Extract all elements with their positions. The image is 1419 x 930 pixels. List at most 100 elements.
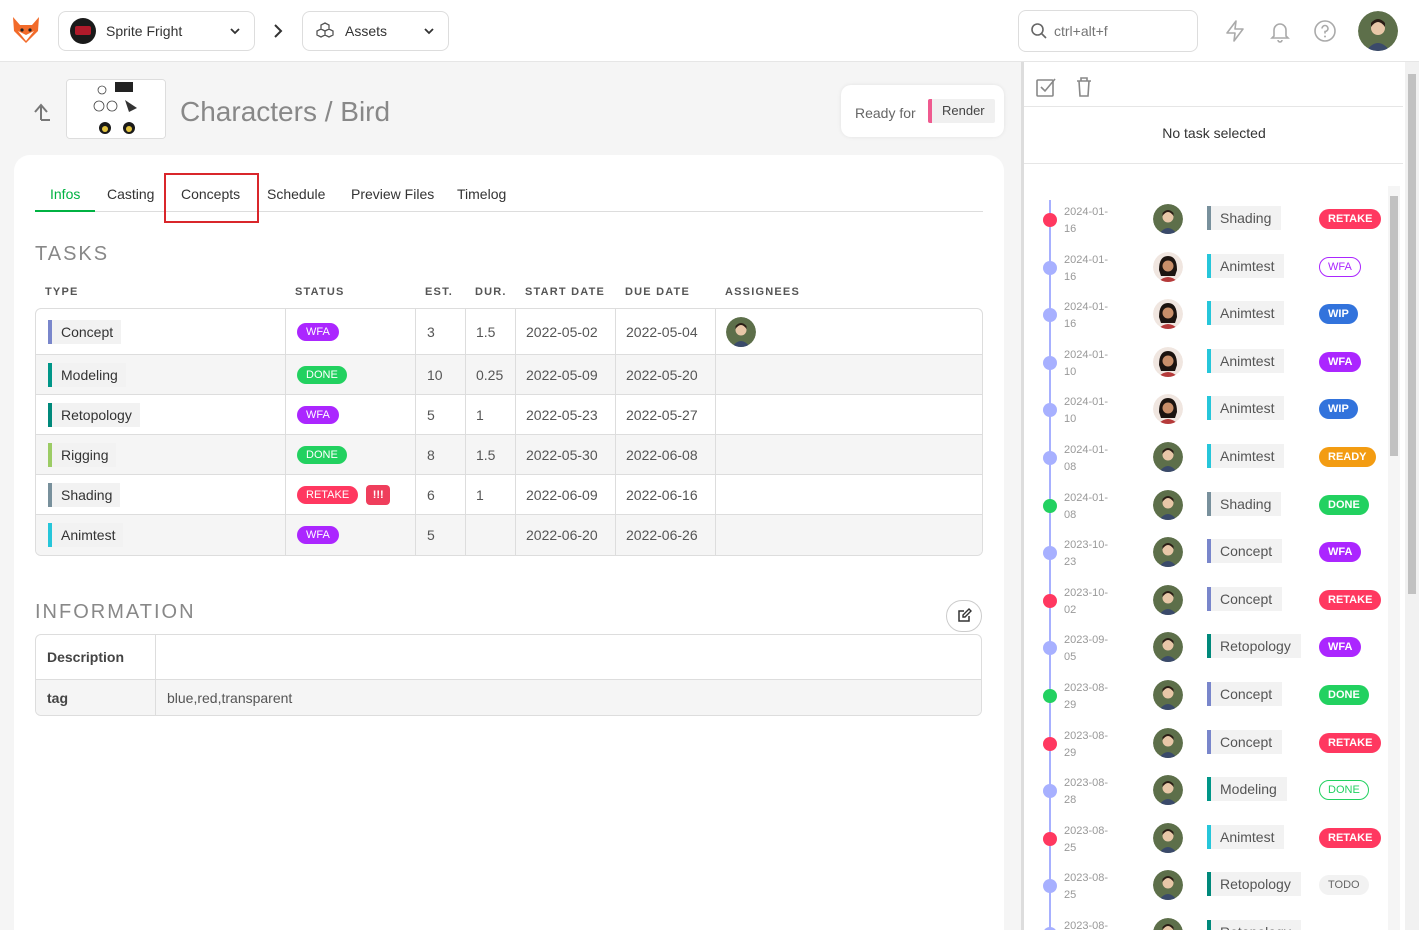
search-input[interactable] [1054, 23, 1184, 39]
task-assignees[interactable] [716, 395, 982, 434]
scrollbar-thumb[interactable] [1390, 196, 1398, 456]
status-badge[interactable]: RETAKE [297, 485, 359, 504]
task-type-tag[interactable]: Modeling [48, 362, 126, 387]
table-row[interactable]: Animtest WFA 5 2022-06-20 2022-06-26 [36, 515, 982, 555]
timeline-item[interactable]: 2024-01-16 Animtest WIP [1024, 295, 1388, 335]
status-badge[interactable]: WIP [1319, 304, 1358, 325]
task-type-tag[interactable]: Retopology [48, 402, 140, 427]
tab-casting[interactable]: Casting [107, 186, 154, 212]
task-assignees[interactable] [716, 475, 982, 514]
task-assignees[interactable] [716, 435, 982, 474]
task-assignees[interactable] [716, 355, 982, 394]
timeline-item[interactable]: 2024-01-16 Animtest WFA [1024, 248, 1388, 288]
bell-icon[interactable] [1268, 19, 1292, 43]
task-estimate[interactable]: 3 [416, 309, 466, 354]
timeline-task-type[interactable]: Animtest [1207, 348, 1285, 373]
table-row[interactable]: Modeling DONE 10 0.25 2022-05-09 2022-05-20 [36, 355, 982, 395]
task-start-date[interactable]: 2022-05-30 [516, 435, 616, 474]
status-badge[interactable]: WIP [1319, 399, 1358, 420]
ready-for-value[interactable]: Render [928, 99, 995, 123]
table-row[interactable]: Retopology WFA 5 1 2022-05-23 2022-05-27 [36, 395, 982, 435]
table-row[interactable]: Shading RETAKE!!! 6 1 2022-06-09 2022-06-16 [36, 475, 982, 515]
timeline-task-type[interactable]: Concept [1207, 586, 1283, 611]
task-start-date[interactable]: 2022-05-09 [516, 355, 616, 394]
task-due-date[interactable]: 2022-06-16 [616, 475, 716, 514]
tab-preview-files[interactable]: Preview Files [351, 186, 434, 212]
status-badge[interactable]: DONE [297, 365, 347, 384]
timeline-item[interactable]: 2024-01-10 Animtest WFA [1024, 343, 1388, 383]
status-badge[interactable]: WFA [1319, 637, 1362, 658]
task-estimate[interactable]: 10 [416, 355, 466, 394]
timeline-task-type[interactable]: Animtest [1207, 444, 1285, 468]
timeline-task-type[interactable]: Concept [1207, 539, 1283, 564]
tab-timelog[interactable]: Timelog [457, 186, 506, 212]
task-estimate[interactable]: 8 [416, 435, 466, 474]
timeline-task-type[interactable]: Modeling [1207, 777, 1287, 802]
status-badge[interactable]: READY [1319, 447, 1376, 467]
status-badge[interactable]: DONE [1319, 780, 1369, 801]
timeline-scrollbar[interactable] [1388, 186, 1400, 930]
task-estimate[interactable]: 5 [416, 395, 466, 434]
tab-schedule[interactable]: Schedule [267, 186, 325, 212]
status-badge[interactable]: RETAKE [1319, 209, 1382, 229]
scrollbar-thumb[interactable] [1408, 74, 1416, 594]
task-due-date[interactable]: 2022-06-08 [616, 435, 716, 474]
task-type-tag[interactable]: Shading [48, 482, 121, 507]
tab-infos[interactable]: Infos [35, 186, 96, 212]
edit-button[interactable] [946, 600, 982, 632]
status-badge[interactable]: WFA [1319, 351, 1362, 372]
timeline-task-type[interactable]: Retopology [1207, 634, 1301, 659]
status-badge[interactable]: WFA [1319, 256, 1361, 277]
timeline-task-type[interactable]: Retopology [1207, 920, 1301, 930]
task-due-date[interactable]: 2022-06-26 [616, 515, 716, 555]
user-avatar[interactable] [1358, 11, 1398, 51]
timeline-task-type[interactable]: Animtest [1207, 396, 1285, 421]
timeline-task-type[interactable]: Concept [1207, 729, 1283, 754]
timeline-task-type[interactable]: Retopology [1207, 872, 1301, 897]
back-arrow-icon[interactable] [30, 100, 52, 122]
assignee-avatar[interactable] [726, 316, 756, 347]
timeline-task-type[interactable]: Animtest [1207, 253, 1285, 278]
timeline-item[interactable]: 2024-01-08 Animtest READY [1024, 438, 1388, 478]
status-badge[interactable]: WFA [297, 322, 339, 341]
task-type-tag[interactable]: Animtest [48, 523, 124, 547]
status-badge[interactable]: DONE [297, 445, 347, 464]
timeline-task-type[interactable]: Shading [1207, 491, 1282, 516]
timeline-item[interactable]: 2023-08-28 Modeling DONE [1024, 771, 1388, 811]
task-estimate[interactable]: 5 [416, 515, 466, 555]
task-due-date[interactable]: 2022-05-20 [616, 355, 716, 394]
task-due-date[interactable]: 2022-05-27 [616, 395, 716, 434]
timeline-item[interactable]: 2023-10-02 Concept RETAKE [1024, 581, 1388, 621]
timeline-item[interactable]: 2024-01-10 Animtest WIP [1024, 390, 1388, 430]
status-badge[interactable]: WFA [297, 526, 339, 544]
task-type-tag[interactable]: Rigging [48, 442, 117, 467]
status-badge[interactable]: WFA [297, 405, 339, 424]
timeline-item[interactable]: 2023-08- Retopology [1024, 914, 1388, 930]
table-row[interactable]: Rigging DONE 8 1.5 2022-05-30 2022-06-08 [36, 435, 982, 475]
production-select[interactable]: Sprite Fright [58, 11, 255, 51]
timeline-task-type[interactable]: Animtest [1207, 824, 1285, 849]
task-start-date[interactable]: 2022-05-02 [516, 309, 616, 354]
status-badge[interactable]: DONE [1319, 494, 1369, 515]
task-estimate[interactable]: 6 [416, 475, 466, 514]
timeline-task-type[interactable]: Animtest [1207, 301, 1285, 326]
global-search[interactable] [1018, 10, 1198, 52]
timeline-task-type[interactable]: Concept [1207, 682, 1283, 706]
timeline-item[interactable]: 2024-01-16 Shading RETAKE [1024, 200, 1388, 240]
checkbox-icon[interactable] [1035, 76, 1057, 98]
asset-thumbnail[interactable] [66, 79, 166, 139]
status-badge[interactable]: DONE [1319, 685, 1369, 705]
task-type-tag[interactable]: Concept [48, 319, 122, 344]
timeline-item[interactable]: 2023-08-25 Retopology TODO [1024, 866, 1388, 906]
task-start-date[interactable]: 2022-05-23 [516, 395, 616, 434]
kitsu-fox-logo[interactable] [10, 14, 42, 46]
panel-scrollbar[interactable] [1405, 62, 1419, 930]
task-assignees[interactable] [716, 309, 982, 354]
table-row[interactable]: Concept WFA 3 1.5 2022-05-02 2022-05-04 [36, 309, 982, 355]
timeline-item[interactable]: 2023-08-25 Animtest RETAKE [1024, 819, 1388, 859]
status-badge[interactable]: RETAKE [1319, 732, 1382, 753]
timeline-item[interactable]: 2023-08-29 Concept DONE [1024, 676, 1388, 716]
trash-icon[interactable] [1073, 76, 1095, 98]
task-due-date[interactable]: 2022-05-04 [616, 309, 716, 354]
timeline-task-type[interactable]: Shading [1207, 206, 1282, 230]
